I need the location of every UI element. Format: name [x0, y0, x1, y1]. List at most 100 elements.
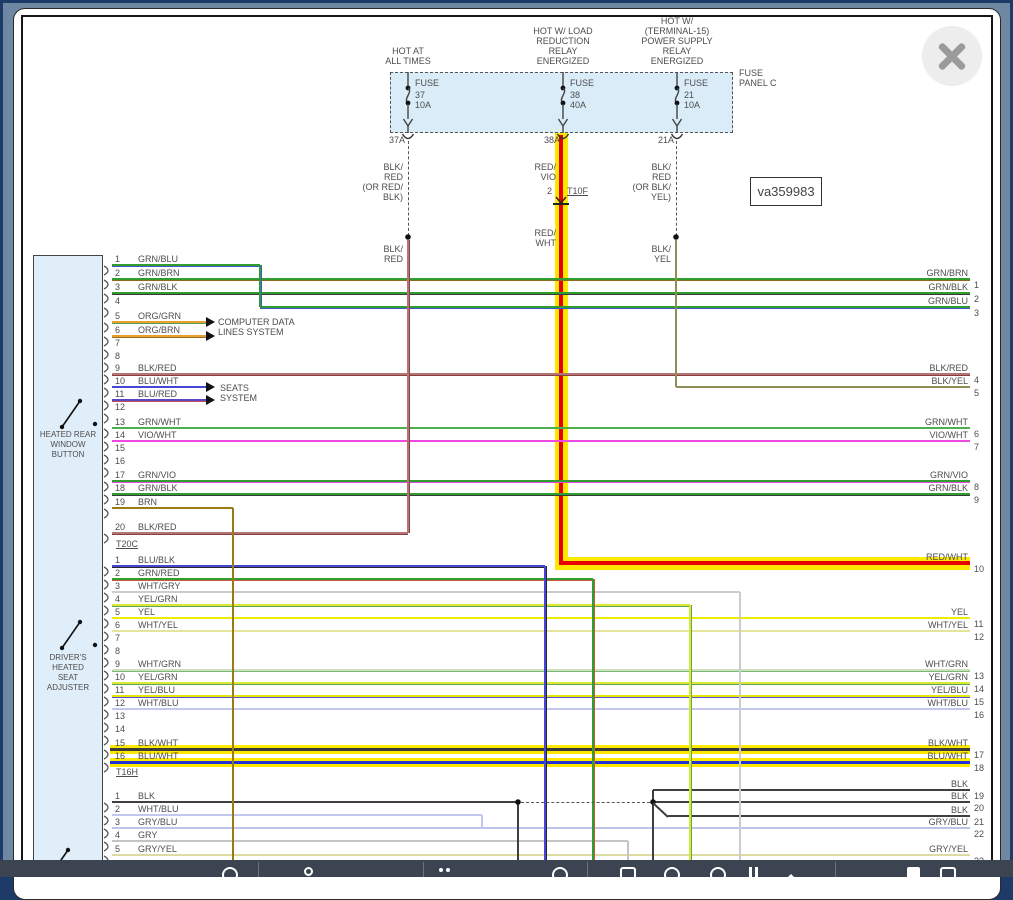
wire-color-label-line: VIO — [534, 172, 556, 182]
close-button[interactable] — [922, 26, 982, 86]
connector-group-header: T20C — [116, 539, 138, 549]
system-ref-label-line: LINES SYSTEM — [218, 327, 295, 337]
pin-number: 6 — [115, 325, 120, 335]
more-options-icon[interactable] — [439, 868, 443, 872]
fuse-amps: 10A — [684, 100, 700, 110]
pin-bracket — [104, 414, 108, 423]
wire-color-label: ORG/GRN — [138, 311, 181, 321]
power-source-label-line: (TERMINAL-15) — [612, 26, 742, 36]
pin-number: 16 — [115, 751, 125, 761]
right-row-number: 5 — [974, 388, 979, 398]
wire-color-label: GRN/BRN — [138, 268, 180, 278]
screen-icon[interactable] — [620, 867, 636, 883]
toolbar-divider — [423, 862, 424, 877]
pin-bracket — [104, 658, 108, 667]
right-row-number: 13 — [974, 671, 984, 681]
zoom-out-icon[interactable] — [664, 867, 680, 883]
fuse-name: FUSE — [415, 78, 439, 88]
toolbar-divider — [835, 862, 836, 877]
connector-pin-number: 2 — [547, 186, 552, 196]
pin-bracket — [104, 567, 108, 576]
bottom-toolbar — [0, 860, 1013, 877]
pin-bracket — [104, 388, 108, 397]
pin-number: 4 — [115, 830, 120, 840]
pin-bracket — [104, 266, 108, 275]
pin-number: 14 — [115, 430, 125, 440]
wire-color-label: RED/VIO — [534, 162, 556, 182]
switch-contact-dot — [66, 848, 70, 852]
right-row-number: 22 — [974, 829, 984, 839]
fuse-number: 38 — [570, 90, 580, 100]
wire-color-label-line: RED — [632, 172, 671, 182]
wire-color-label-line: (OR BLK/ — [632, 182, 671, 192]
pin-number: 4 — [115, 594, 120, 604]
wire-color-label-line: BLK) — [363, 192, 404, 202]
power-source-label: HOT W/ LOADREDUCTIONRELAYENERGIZED — [498, 26, 628, 66]
pin-number: 4 — [115, 296, 120, 306]
pin-bracket — [104, 468, 108, 477]
switch-lever-icon — [62, 401, 80, 427]
switch-contact-dot — [60, 646, 64, 650]
pin-bracket — [104, 294, 108, 303]
wire-color-label: BLU/WHT — [138, 751, 179, 761]
wire-color-label: BLK/RED — [383, 244, 403, 264]
wire-color-label: GRN/BLK — [928, 282, 968, 292]
fuse-output-label: 37A — [389, 135, 405, 145]
wire-color-label: BLK/RED — [929, 363, 968, 373]
pin-bracket — [104, 495, 108, 504]
pin-number: 1 — [115, 254, 120, 264]
wire-color-label-line: YEL) — [632, 192, 671, 202]
wire-color-label: BLK — [951, 805, 968, 815]
right-row-number: 4 — [974, 375, 979, 385]
zoom-icon[interactable] — [222, 867, 238, 883]
right-row-number: 18 — [974, 763, 984, 773]
system-ref-label-line: SYSTEM — [220, 393, 257, 403]
switch-contact-dot — [60, 425, 64, 429]
wire-color-label: GRN/VIO — [138, 470, 176, 480]
wire-color-label: YEL/GRN — [138, 672, 178, 682]
fuse-output-label: 38A — [544, 135, 560, 145]
pin-number: 9 — [115, 363, 120, 373]
wire-color-label: GRY/BLU — [929, 817, 968, 827]
power-source-label-line: ALL TIMES — [343, 56, 473, 66]
power-source-label-line: ENERGIZED — [498, 56, 628, 66]
pin-number: 7 — [115, 633, 120, 643]
zoom-in-icon[interactable] — [710, 867, 726, 883]
pin-bracket — [104, 606, 108, 615]
pin-number: 15 — [115, 738, 125, 748]
fullscreen-icon[interactable] — [940, 867, 956, 883]
pin-bracket — [104, 509, 108, 518]
pin-number: 5 — [115, 311, 120, 321]
wiring-diagram-canvas[interactable]: HEATED REARWINDOWBUTTONDRIVER'SHEATEDSEA… — [0, 0, 1013, 877]
wire-color-label: WHT/BLU — [138, 804, 179, 814]
pause-icon[interactable] — [749, 867, 758, 883]
wire-color-label: YEL/GRN — [928, 672, 968, 682]
pin-bracket — [104, 308, 108, 317]
right-row-number: 16 — [974, 710, 984, 720]
wire-color-label: WHT/YEL — [138, 620, 178, 630]
power-source-label-line: REDUCTION — [498, 36, 628, 46]
system-arrow-icon — [206, 395, 215, 405]
pin-bracket — [104, 632, 108, 641]
power-source-label-line: POWER SUPPLY — [612, 36, 742, 46]
fuse-output-label: 21A — [658, 135, 674, 145]
right-row-number: 1 — [974, 280, 979, 290]
share-icon[interactable] — [784, 867, 798, 881]
wire-color-label: YEL/BLU — [138, 685, 175, 695]
system-ref-label-line: SEATS — [220, 383, 257, 393]
pin-bracket — [104, 829, 108, 838]
down-arrow-icon — [404, 119, 413, 126]
right-row-number: 9 — [974, 495, 979, 505]
junction-dot — [405, 234, 411, 240]
pin-bracket — [104, 736, 108, 745]
user-icon[interactable] — [304, 867, 313, 876]
wire-color-label: BLK/RED — [138, 363, 177, 373]
wire-color-label: BLK — [951, 791, 968, 801]
system-arrow-icon — [206, 382, 215, 392]
wire-color-label: GRY — [138, 830, 157, 840]
rotate-icon[interactable] — [552, 867, 568, 883]
wire-color-label: YEL — [951, 607, 968, 617]
stop-icon[interactable] — [907, 867, 920, 880]
wire-color-label: GRN/BLK — [138, 282, 178, 292]
pin-number: 17 — [115, 470, 125, 480]
